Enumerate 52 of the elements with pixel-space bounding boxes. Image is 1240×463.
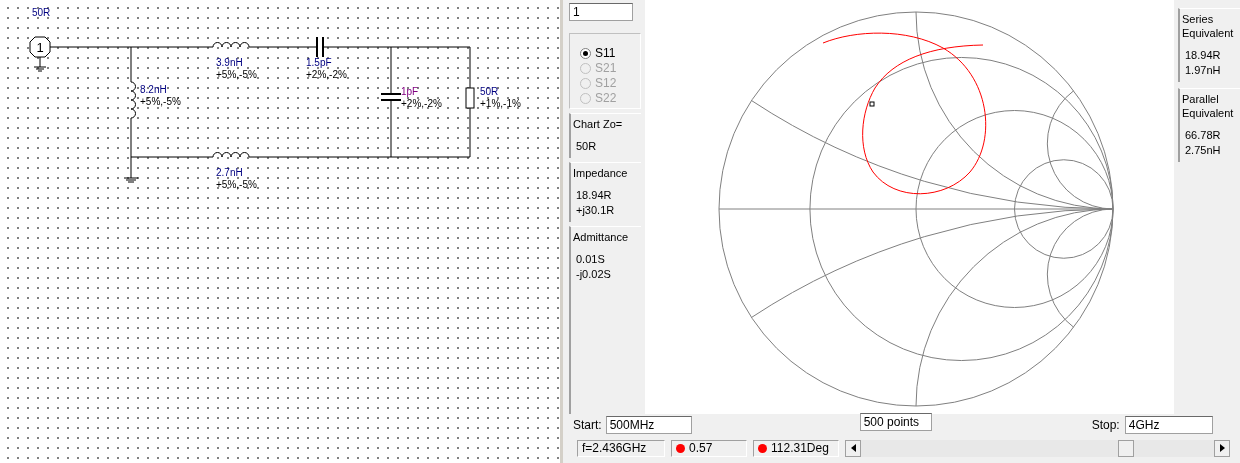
inductor-symbol[interactable]: [212, 152, 250, 158]
value-label: 2.7nH: [216, 167, 243, 178]
readout-value: 50R: [575, 139, 598, 153]
capacitor-symbol[interactable]: [380, 93, 402, 101]
wire: [248, 46, 318, 48]
resistor-symbol[interactable]: [465, 87, 475, 109]
readout-value: 1.97nH: [1184, 63, 1222, 77]
panel-title: Impedance: [573, 166, 629, 180]
readout-value: 2.75nH: [1184, 143, 1222, 157]
tolerance-label: +2%,-2%: [401, 98, 442, 109]
capacitor-symbol[interactable]: [316, 36, 324, 58]
frequency-scrollbar[interactable]: [845, 439, 1230, 457]
tolerance-label: +1%,-1%: [480, 98, 521, 109]
stop-field[interactable]: 4GHz: [1124, 416, 1213, 434]
value-label: 1.5pF: [306, 57, 332, 68]
stop-label: Stop:: [1091, 418, 1120, 432]
index-field[interactable]: 1: [569, 3, 633, 21]
panel-title: Chart Zo=: [573, 117, 624, 131]
tolerance-label: +5%,-5%: [140, 96, 181, 107]
inductor-symbol[interactable]: [212, 42, 250, 48]
readout-value: +j30.1R: [575, 203, 616, 217]
status-value: 0.57: [689, 441, 713, 455]
scroll-thumb[interactable]: [1118, 439, 1134, 457]
points-field[interactable]: 500 points: [859, 413, 932, 431]
readout-value: 0.01S: [575, 252, 606, 266]
frequency-readout: f=2.436GHz: [577, 439, 665, 457]
port-impedance-label: 50R: [32, 7, 51, 18]
scroll-right-icon[interactable]: [1214, 439, 1230, 457]
readout-value: -j0.02S: [575, 267, 612, 281]
marker-icon: [869, 101, 875, 107]
status-value: 112.31Deg: [771, 441, 829, 455]
value-label: 8.2nH: [140, 84, 167, 95]
start-field[interactable]: 500MHz: [605, 416, 692, 434]
tolerance-label: +5%,-5%: [216, 179, 257, 190]
inductor-symbol[interactable]: [130, 81, 136, 119]
panel-title: Series Equivalent: [1182, 12, 1235, 40]
panel-title: Admittance: [573, 230, 630, 244]
tolerance-label: +2%,-2%: [306, 69, 347, 80]
value-label: 50R: [480, 86, 499, 97]
ground-icon: [123, 177, 139, 183]
readout-value: 18.94R: [575, 188, 613, 202]
port-symbol[interactable]: [29, 36, 51, 72]
readout-value: 18.94R: [1184, 48, 1222, 62]
scroll-left-icon[interactable]: [845, 439, 861, 457]
port-number: 1: [36, 40, 44, 55]
panel-title: Parallel Equivalent: [1182, 92, 1235, 120]
readout-value: 66.78R: [1184, 128, 1222, 142]
start-label: Start:: [573, 418, 602, 432]
value-label: 3.9nH: [216, 57, 243, 68]
tolerance-label: +5%,-5%: [216, 69, 257, 80]
value-label: 1pF: [401, 86, 419, 97]
parameter-radio[interactable]: S11: [580, 46, 640, 60]
